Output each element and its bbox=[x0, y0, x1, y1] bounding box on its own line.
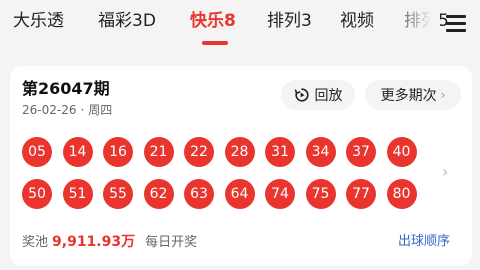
tab-video[interactable]: 视频 bbox=[340, 9, 374, 33]
replay-icon bbox=[294, 88, 309, 102]
tab-fucai-3d[interactable]: 福彩3D bbox=[98, 9, 156, 33]
chevron-right-icon: › bbox=[440, 88, 446, 102]
number-ball: 62 bbox=[143, 179, 174, 209]
chevron-right-icon[interactable]: › bbox=[442, 162, 448, 181]
pool-amount: 9,911.93 bbox=[52, 234, 122, 250]
number-ball: 31 bbox=[265, 137, 295, 167]
number-ball: 28 bbox=[224, 137, 255, 167]
replay-label: 回放 bbox=[314, 88, 343, 104]
number-ball: 22 bbox=[184, 137, 214, 167]
draw-date: 26-02-26 · 周四 bbox=[22, 102, 112, 118]
draw-result-card: 第26047期 26-02-26 · 周四 回放 更多期次 › 05 14 16 21 22… bbox=[10, 66, 472, 266]
tab-kuaile8[interactable]: 快乐8 bbox=[190, 9, 236, 33]
number-ball: 75 bbox=[305, 179, 336, 209]
number-ball: 14 bbox=[62, 137, 93, 167]
draw-weekday: 周四 bbox=[88, 103, 113, 117]
number-ball: 16 bbox=[103, 137, 133, 167]
pool-unit: 万 bbox=[121, 234, 136, 250]
more-issues-button[interactable]: 更多期次 › bbox=[365, 80, 461, 110]
number-ball: 51 bbox=[62, 179, 93, 209]
pool-label: 奖池 bbox=[22, 235, 49, 250]
number-ball: 74 bbox=[265, 179, 295, 209]
number-ball: 21 bbox=[143, 137, 174, 167]
hamburger-menu-icon[interactable] bbox=[446, 12, 468, 34]
issue-number: 第26047期 bbox=[22, 79, 110, 98]
draw-order-link[interactable]: 出球顺序 bbox=[398, 232, 450, 252]
draw-date-value: 26-02-26 bbox=[22, 103, 77, 117]
number-ball: 40 bbox=[386, 137, 417, 167]
replay-button[interactable]: 回放 bbox=[281, 80, 355, 110]
tab-daletou[interactable]: 大乐透 bbox=[13, 9, 64, 33]
number-ball: 34 bbox=[305, 137, 336, 167]
number-ball: 77 bbox=[346, 179, 376, 209]
lottery-tab-bar: 大乐透 福彩3D 快乐8 排列3 视频 排列5 bbox=[0, 0, 480, 50]
separator-dot: · bbox=[80, 103, 85, 117]
number-ball: 63 bbox=[184, 179, 214, 209]
number-ball: 64 bbox=[224, 179, 255, 209]
number-ball: 50 bbox=[22, 179, 52, 209]
number-ball: 05 bbox=[22, 137, 52, 167]
number-ball: 80 bbox=[386, 179, 417, 209]
draw-frequency: 每日开奖 bbox=[145, 235, 198, 250]
active-tab-indicator bbox=[202, 41, 228, 45]
number-ball: 37 bbox=[346, 137, 376, 167]
number-ball: 55 bbox=[103, 179, 133, 209]
tab-pailie3[interactable]: 排列3 bbox=[267, 9, 312, 33]
more-issues-label: 更多期次 bbox=[380, 88, 437, 104]
prize-pool-row: 奖池 9,911.93万 每日开奖 bbox=[22, 232, 197, 253]
tab-overflow-fade bbox=[388, 0, 440, 50]
